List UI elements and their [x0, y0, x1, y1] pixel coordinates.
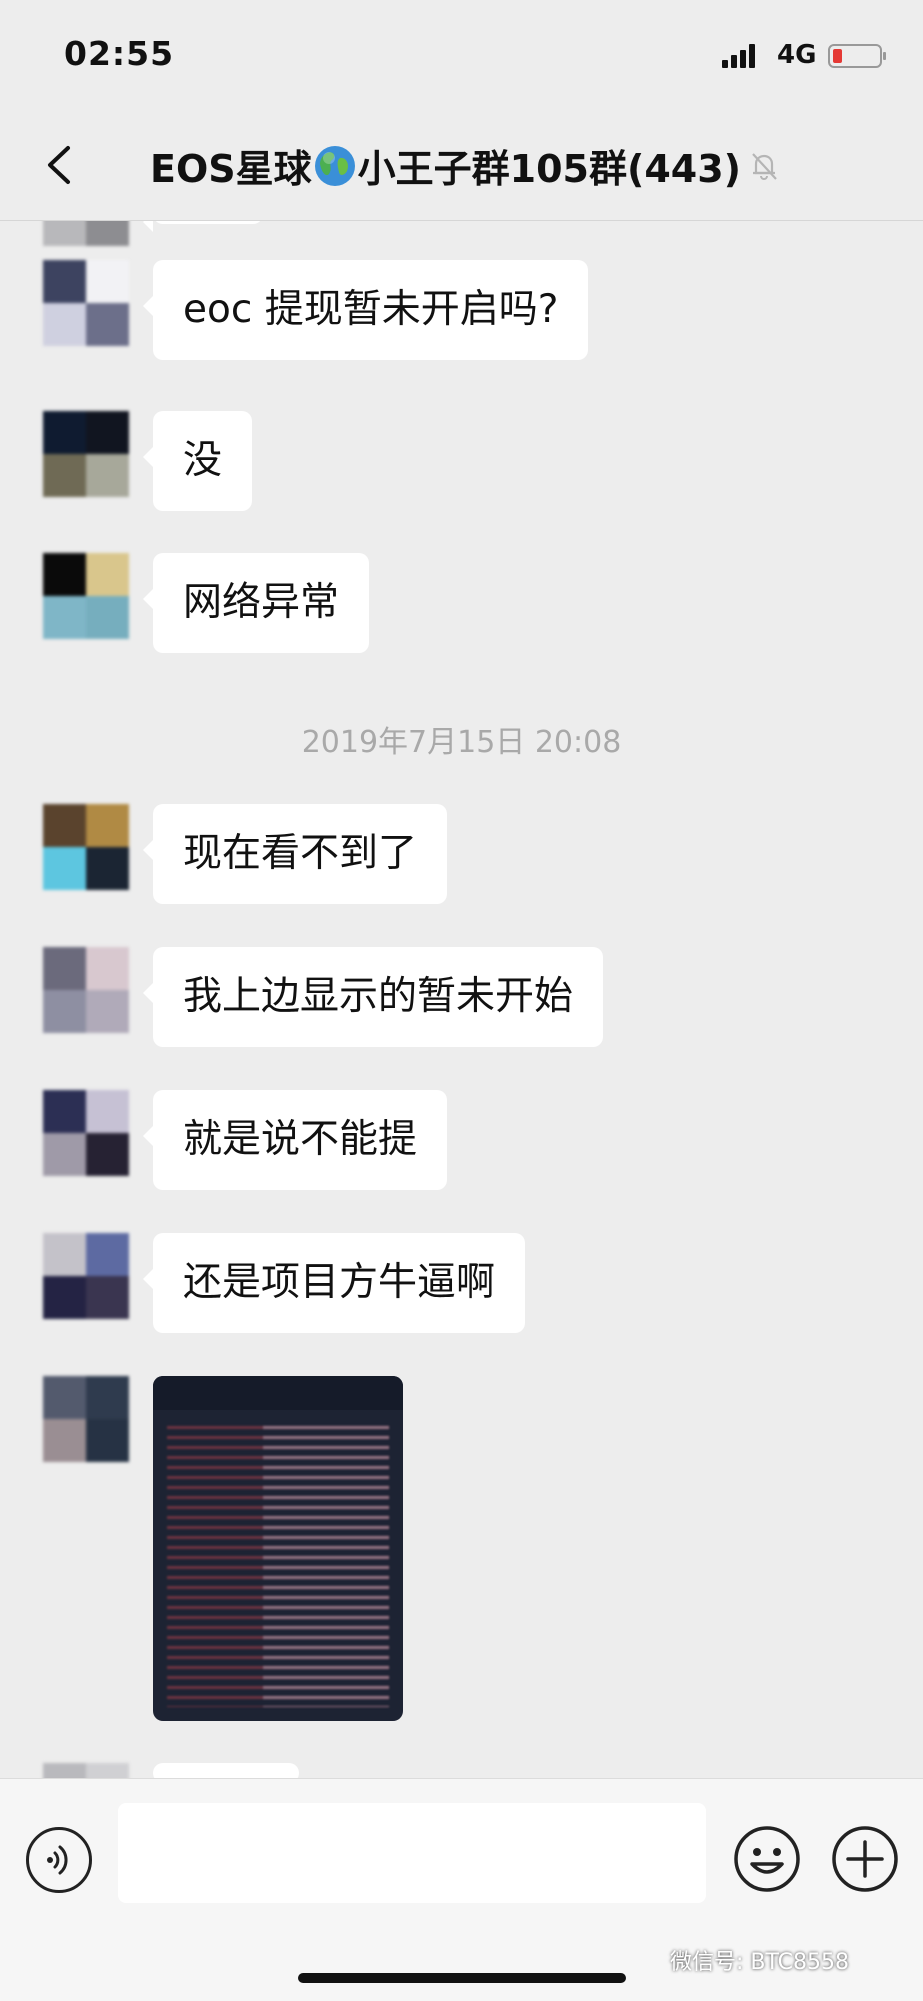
message-bubble[interactable]: 网络异常	[142, 553, 370, 653]
battery-icon	[828, 44, 886, 68]
avatar[interactable]	[43, 260, 129, 346]
globe-icon	[314, 145, 355, 186]
home-indicator[interactable]	[298, 1973, 626, 1983]
avatar[interactable]	[43, 1376, 129, 1462]
image-header	[153, 1376, 403, 1410]
message-bubble[interactable]: 还是项目方牛逼啊	[142, 1233, 526, 1333]
battery-level	[833, 49, 842, 63]
avatar[interactable]	[43, 1090, 129, 1176]
bell-slash-icon	[752, 152, 777, 180]
message-timestamp: 2019年7月15日 20:08	[301, 725, 622, 760]
voice-icon	[47, 1845, 68, 1875]
avatar[interactable]	[43, 804, 129, 890]
chat-title-suffix: 小王子群105群(443)	[357, 147, 742, 191]
input-bar: 微信号: BTC8558	[0, 1778, 923, 2001]
avatar[interactable]	[43, 947, 129, 1033]
message-bubble[interactable]: 没	[142, 411, 253, 511]
status-bar: 02:55 4G	[0, 0, 923, 110]
avatar[interactable]	[43, 411, 129, 497]
back-arrow-icon[interactable]	[40, 140, 80, 190]
voice-button[interactable]	[26, 1827, 92, 1893]
avatar[interactable]	[43, 1233, 129, 1319]
message-bubble[interactable]: 我上边显示的暂未开始	[142, 947, 604, 1047]
image-message[interactable]	[153, 1376, 403, 1721]
message-bubble[interactable]: 就是说不能提	[142, 1090, 448, 1190]
avatar[interactable]	[43, 221, 129, 246]
message-input[interactable]	[118, 1803, 706, 1903]
avatar[interactable]	[43, 1763, 129, 1778]
image-content	[263, 1426, 389, 1707]
message-bubble[interactable]	[143, 221, 263, 232]
avatar[interactable]	[43, 553, 129, 639]
message-bubble[interactable]: 现在看不到了	[142, 804, 448, 904]
status-time: 02:55	[64, 34, 175, 73]
message-bubble[interactable]: eoc 提现暂未开启吗?	[142, 260, 589, 360]
signal-icon	[722, 44, 758, 68]
plus-circle-icon[interactable]	[830, 1824, 900, 1894]
chat-title-prefix: EOS星球	[150, 147, 312, 191]
network-type: 4G	[777, 40, 817, 70]
chat-title[interactable]: EOS星球 小王子群105群(443)	[150, 138, 830, 191]
chat-header: EOS星球 小王子群105群(443)	[0, 110, 923, 221]
watermark: 微信号: BTC8558	[670, 1950, 849, 1975]
chat-messages[interactable]: eoc 提现暂未开启吗? 没 网络异常 2019年7月15日 20:08 现在看…	[0, 221, 923, 1778]
message-bubble[interactable]	[153, 1763, 299, 1778]
emoji-icon[interactable]	[732, 1824, 802, 1894]
